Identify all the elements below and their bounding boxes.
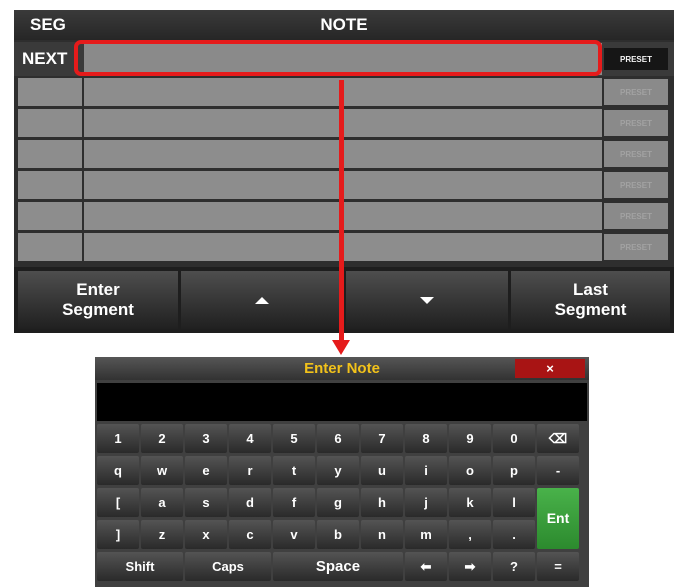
key-e[interactable]: e — [185, 456, 227, 485]
preset-button-disabled: PRESET — [604, 172, 668, 198]
key-minus[interactable]: - — [537, 456, 579, 485]
table-row[interactable]: PRESET — [14, 170, 674, 200]
left-arrow-key[interactable]: ⬅ — [405, 552, 447, 581]
preset-button-disabled: PRESET — [604, 203, 668, 229]
backspace-key[interactable]: ⌫ — [537, 424, 579, 453]
connector-arrow-line — [339, 80, 344, 342]
key-period[interactable]: . — [493, 520, 535, 549]
key-x[interactable]: x — [185, 520, 227, 549]
key-close-bracket[interactable]: ] — [97, 520, 139, 549]
equals-key[interactable]: = — [537, 552, 579, 581]
key-b[interactable]: b — [317, 520, 359, 549]
table-row[interactable]: PRESET — [14, 77, 674, 107]
last-segment-line2: Segment — [554, 300, 627, 319]
table-row[interactable]: PRESET — [14, 201, 674, 231]
scroll-down-button[interactable] — [346, 271, 508, 329]
note-column-header: NOTE — [320, 15, 368, 34]
up-arrow-icon — [255, 296, 269, 304]
key-z[interactable]: z — [141, 520, 183, 549]
key-8[interactable]: 8 — [405, 424, 447, 453]
key-7[interactable]: 7 — [361, 424, 403, 453]
enter-key[interactable]: Ent — [537, 488, 579, 549]
key-n[interactable]: n — [361, 520, 403, 549]
seg-cell[interactable] — [18, 109, 82, 137]
table-row[interactable]: PRESET — [14, 108, 674, 138]
next-label: NEXT — [22, 49, 68, 68]
seg-cell[interactable] — [18, 171, 82, 199]
key-l[interactable]: l — [493, 488, 535, 517]
key-w[interactable]: w — [141, 456, 183, 485]
key-0[interactable]: 0 — [493, 424, 535, 453]
table-header: SEG NOTE — [14, 10, 674, 40]
key-4[interactable]: 4 — [229, 424, 271, 453]
key-k[interactable]: k — [449, 488, 491, 517]
preset-button-disabled: PRESET — [604, 234, 668, 260]
enter-note-dialog: Enter Note × 1 2 3 4 5 6 7 8 9 0 ⌫ q w e r t y u i o p - [a s d f… — [95, 357, 589, 587]
seg-cell[interactable] — [18, 140, 82, 168]
table-row[interactable]: PRESET — [14, 232, 674, 262]
key-9[interactable]: 9 — [449, 424, 491, 453]
last-segment-button[interactable]: Last Segment — [511, 271, 670, 329]
preset-button-disabled: PRESET — [604, 141, 668, 167]
key-r[interactable]: r — [229, 456, 271, 485]
key-q[interactable]: q — [97, 456, 139, 485]
shift-key[interactable]: Shift — [97, 552, 183, 581]
key-m[interactable]: m — [405, 520, 447, 549]
key-i[interactable]: i — [405, 456, 447, 485]
key-y[interactable]: y — [317, 456, 359, 485]
key-g[interactable]: g — [317, 488, 359, 517]
scroll-up-button[interactable] — [181, 271, 343, 329]
key-v[interactable]: v — [273, 520, 315, 549]
key-j[interactable]: j — [405, 488, 447, 517]
key-s[interactable]: s — [185, 488, 227, 517]
seg-cell[interactable] — [18, 202, 82, 230]
key-open-bracket[interactable]: [ — [97, 488, 139, 517]
connector-arrow-head-icon — [332, 340, 350, 355]
key-t[interactable]: t — [273, 456, 315, 485]
key-u[interactable]: u — [361, 456, 403, 485]
key-o[interactable]: o — [449, 456, 491, 485]
key-f[interactable]: f — [273, 488, 315, 517]
last-segment-line1: Last — [573, 280, 608, 299]
key-d[interactable]: d — [229, 488, 271, 517]
key-p[interactable]: p — [493, 456, 535, 485]
enter-segment-line2: Segment — [62, 300, 134, 319]
preset-button-disabled: PRESET — [604, 110, 668, 136]
segment-panel: SEG NOTE NEXT PRESET PRESET PRESET PRESE… — [14, 10, 674, 333]
preset-button-disabled: PRESET — [604, 79, 668, 105]
space-key[interactable]: Space — [273, 552, 403, 581]
key-5[interactable]: 5 — [273, 424, 315, 453]
seg-cell[interactable] — [18, 78, 82, 106]
key-a[interactable]: a — [141, 488, 183, 517]
close-button[interactable]: × — [515, 359, 585, 378]
key-2[interactable]: 2 — [141, 424, 183, 453]
seg-cell[interactable] — [18, 233, 82, 261]
note-field-highlight — [74, 40, 602, 76]
key-c[interactable]: c — [229, 520, 271, 549]
key-3[interactable]: 3 — [185, 424, 227, 453]
caps-key[interactable]: Caps — [185, 552, 271, 581]
dialog-title-bar: Enter Note × — [95, 357, 589, 380]
table-row[interactable]: PRESET — [14, 139, 674, 169]
enter-segment-button[interactable]: Enter Segment — [18, 271, 178, 329]
question-mark-key[interactable]: ? — [493, 552, 535, 581]
note-input[interactable] — [97, 383, 587, 421]
key-6[interactable]: 6 — [317, 424, 359, 453]
key-h[interactable]: h — [361, 488, 403, 517]
key-1[interactable]: 1 — [97, 424, 139, 453]
preset-button[interactable]: PRESET — [604, 48, 668, 70]
button-bar: Enter Segment Last Segment — [14, 267, 674, 333]
key-comma[interactable]: , — [449, 520, 491, 549]
down-arrow-icon — [420, 296, 434, 304]
enter-segment-line1: Enter — [76, 280, 120, 299]
right-arrow-key[interactable]: ➡ — [449, 552, 491, 581]
